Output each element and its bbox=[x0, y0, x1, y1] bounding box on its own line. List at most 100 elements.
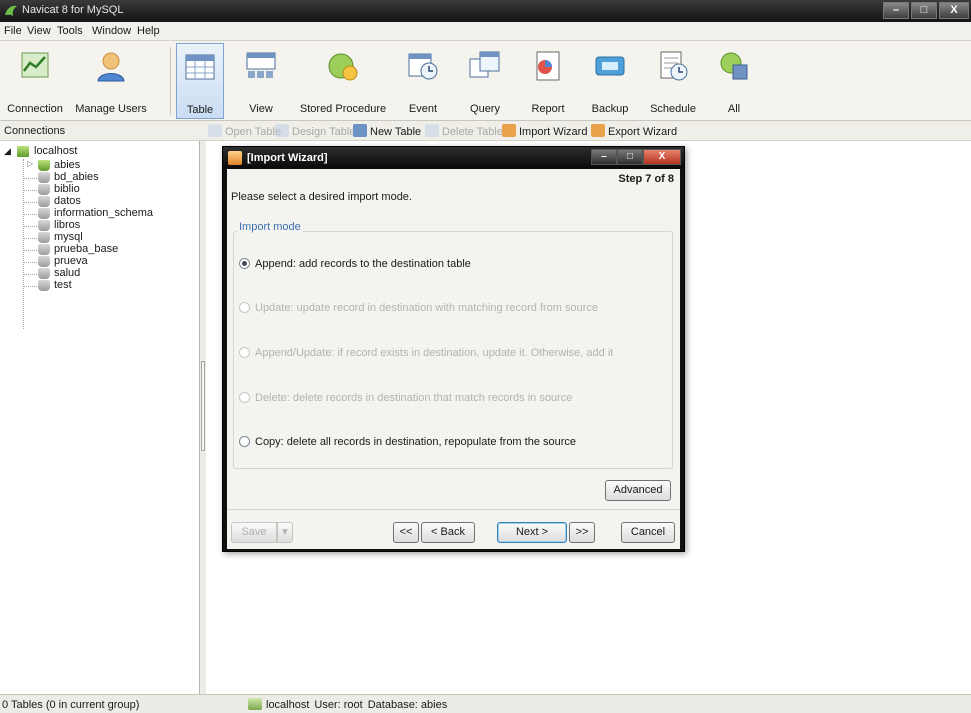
menu-file[interactable]: File bbox=[4, 25, 22, 37]
title-bar: Navicat 8 for MySQL – □ X bbox=[0, 0, 971, 22]
toolbar-all-button[interactable]: All bbox=[712, 43, 756, 119]
radio-button[interactable] bbox=[239, 436, 250, 447]
dialog-minimize-button[interactable]: – bbox=[591, 149, 617, 165]
tree-guide-line bbox=[23, 159, 24, 329]
menu-window[interactable]: Window bbox=[92, 25, 131, 37]
toolbar-manage-users-button[interactable]: Manage Users bbox=[70, 43, 152, 119]
tree-guide-line bbox=[24, 250, 37, 251]
toolbar-separator bbox=[170, 47, 171, 115]
delete-table-button[interactable]: Delete Table bbox=[425, 124, 503, 138]
connection-node-icon bbox=[17, 146, 29, 157]
toolbar-backup-button[interactable]: Backup bbox=[584, 43, 636, 119]
tree-guide-line bbox=[24, 178, 37, 179]
toolbar-query-button[interactable]: Query bbox=[460, 43, 510, 119]
database-label: mysql bbox=[54, 231, 83, 243]
new-table-button[interactable]: New Table bbox=[353, 124, 421, 138]
design-table-button[interactable]: Design Table bbox=[275, 124, 355, 138]
next-button[interactable]: Next > bbox=[497, 522, 567, 543]
connections-header: Connections bbox=[4, 125, 66, 137]
main-toolbar: Connection Manage Users Table View Store… bbox=[0, 41, 971, 121]
first-step-button[interactable]: << bbox=[393, 522, 419, 543]
view-icon bbox=[246, 52, 276, 78]
menu-tools[interactable]: Tools bbox=[57, 25, 83, 37]
radio-button[interactable] bbox=[239, 258, 250, 269]
panel-header-bar: Connections Open Table Design Table New … bbox=[0, 121, 971, 141]
radio-delete[interactable]: Delete: delete records in destination th… bbox=[239, 392, 572, 404]
export-wizard-button[interactable]: Export Wizard bbox=[591, 124, 677, 138]
database-icon bbox=[38, 172, 50, 183]
database-label: libros bbox=[54, 219, 81, 231]
dialog-separator bbox=[227, 509, 680, 510]
toolbar-table-button[interactable]: Table bbox=[176, 43, 224, 119]
expand-arrow-icon[interactable]: ▷ bbox=[27, 159, 33, 168]
database-label: salud bbox=[54, 267, 81, 279]
database-icon bbox=[38, 196, 50, 207]
table-icon bbox=[185, 54, 215, 80]
open-table-icon bbox=[208, 124, 222, 137]
menu-bar: File View Tools Window Help bbox=[0, 22, 971, 41]
advanced-button[interactable]: Advanced bbox=[605, 480, 671, 501]
tree-guide-line bbox=[24, 262, 37, 263]
maximize-button[interactable]: □ bbox=[911, 2, 937, 19]
database-icon bbox=[38, 268, 50, 279]
event-icon bbox=[408, 53, 438, 80]
stored-procedure-icon bbox=[328, 53, 358, 81]
step-indicator: Step 7 of 8 bbox=[618, 173, 674, 185]
toolbar-view-button[interactable]: View bbox=[236, 43, 286, 119]
toolbar-event-button[interactable]: Event bbox=[398, 43, 448, 119]
open-table-button[interactable]: Open Table bbox=[208, 124, 281, 138]
database-icon bbox=[38, 232, 50, 243]
radio-button[interactable] bbox=[239, 302, 250, 313]
export-wizard-icon bbox=[591, 124, 605, 137]
toolbar-report-button[interactable]: Report bbox=[520, 43, 576, 119]
menu-help[interactable]: Help bbox=[137, 25, 160, 37]
tree-guide-line bbox=[24, 238, 37, 239]
import-wizard-button[interactable]: Import Wizard bbox=[502, 124, 587, 138]
back-button[interactable]: < Back bbox=[421, 522, 475, 543]
toolbar-stored-procedure-button[interactable]: Stored Procedure bbox=[296, 43, 390, 119]
database-label: biblio bbox=[54, 183, 80, 195]
database-icon bbox=[38, 220, 50, 231]
menu-view[interactable]: View bbox=[27, 25, 51, 37]
dialog-prompt: Please select a desired import mode. bbox=[231, 191, 412, 203]
tree-guide-line bbox=[24, 202, 37, 203]
database-icon bbox=[38, 184, 50, 195]
close-button[interactable]: X bbox=[939, 2, 969, 19]
status-connection-info: localhost User: root Database: abies bbox=[248, 698, 452, 711]
delete-table-icon bbox=[425, 124, 439, 137]
splitter-grip[interactable] bbox=[201, 361, 205, 451]
radio-append[interactable]: Append: add records to the destination t… bbox=[239, 258, 471, 270]
connection-icon bbox=[21, 52, 49, 78]
radio-button[interactable] bbox=[239, 392, 250, 403]
dialog-close-button[interactable]: X bbox=[643, 149, 681, 165]
navicat-logo-icon bbox=[5, 5, 17, 16]
cancel-button[interactable]: Cancel bbox=[621, 522, 675, 543]
radio-copy[interactable]: Copy: delete all records in destination,… bbox=[239, 436, 576, 448]
radio-update[interactable]: Update: update record in destination wit… bbox=[239, 302, 598, 314]
database-icon bbox=[38, 160, 50, 171]
radio-button[interactable] bbox=[239, 347, 250, 358]
database-label: test bbox=[54, 279, 72, 291]
database-icon bbox=[38, 256, 50, 267]
expand-arrow-icon[interactable]: ◢ bbox=[4, 146, 11, 157]
status-table-count: 0 Tables (0 in current group) bbox=[2, 699, 140, 711]
all-icon bbox=[720, 52, 748, 80]
window-title: Navicat 8 for MySQL bbox=[22, 4, 124, 16]
user-icon bbox=[97, 52, 125, 82]
tree-guide-line bbox=[24, 226, 37, 227]
schedule-icon bbox=[660, 51, 688, 81]
connections-tree: ◢ localhost ▷ abies bd_abies biblio datos inf… bbox=[0, 141, 200, 694]
last-step-button[interactable]: >> bbox=[569, 522, 595, 543]
save-dropdown-button[interactable]: ▾ bbox=[277, 522, 293, 543]
radio-append-update[interactable]: Append/Update: if record exists in desti… bbox=[239, 347, 613, 359]
save-button[interactable]: Save bbox=[231, 522, 277, 543]
database-icon bbox=[38, 280, 50, 291]
toolbar-schedule-button[interactable]: Schedule bbox=[644, 43, 702, 119]
dialog-maximize-button[interactable]: □ bbox=[617, 149, 643, 165]
minimize-button[interactable]: – bbox=[883, 2, 909, 19]
import-wizard-dialog: [Import Wizard] – □ X Step 7 of 8 Please… bbox=[222, 146, 685, 552]
database-label: abies bbox=[54, 159, 81, 171]
tree-guide-line bbox=[24, 286, 37, 287]
toolbar-connection-button[interactable]: Connection bbox=[0, 43, 70, 119]
database-label: information_schema bbox=[54, 207, 154, 219]
